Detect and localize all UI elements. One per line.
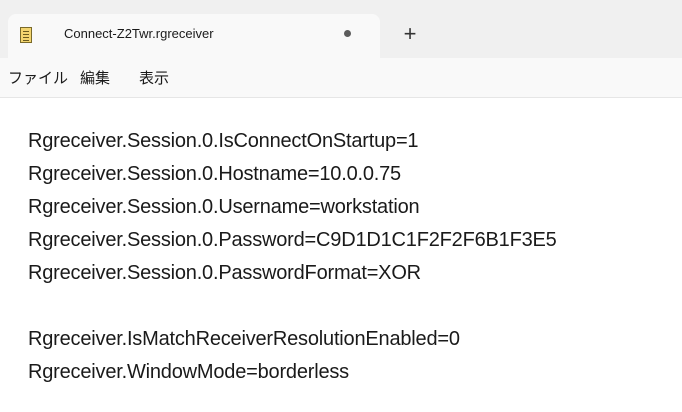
tab-title: Connect-Z2Twr.rgreceiver [64,26,214,41]
notepad-window: Connect-Z2Twr.rgreceiver + ファイル 編集 表示 Rg… [0,0,682,412]
editor-line: Rgreceiver.WindowMode=borderless [28,361,349,383]
title-bar: Connect-Z2Twr.rgreceiver + [0,0,682,58]
editor-line: Rgreceiver.Session.0.Password=C9D1D1C1F2… [28,229,557,251]
editor-line: Rgreceiver.IsMatchReceiverResolutionEnab… [28,328,460,350]
menu-edit[interactable]: 編集 [80,67,110,88]
new-tab-button[interactable]: + [396,20,424,48]
text-editor[interactable]: Rgreceiver.Session.0.IsConnectOnStartup=… [0,98,682,412]
menu-file[interactable]: ファイル [8,67,68,88]
unsaved-dot-icon[interactable] [344,30,351,37]
editor-line: Rgreceiver.Session.0.Hostname=10.0.0.75 [28,163,401,185]
notepad-file-icon [20,27,32,43]
editor-line: Rgreceiver.Session.0.PasswordFormat=XOR [28,262,421,284]
menu-bar: ファイル 編集 表示 [0,58,682,98]
menu-view[interactable]: 表示 [139,67,169,88]
editor-line: Rgreceiver.Session.0.Username=workstatio… [28,196,420,218]
file-tab[interactable]: Connect-Z2Twr.rgreceiver [8,14,380,58]
editor-line: Rgreceiver.Session.0.IsConnectOnStartup=… [28,130,419,152]
